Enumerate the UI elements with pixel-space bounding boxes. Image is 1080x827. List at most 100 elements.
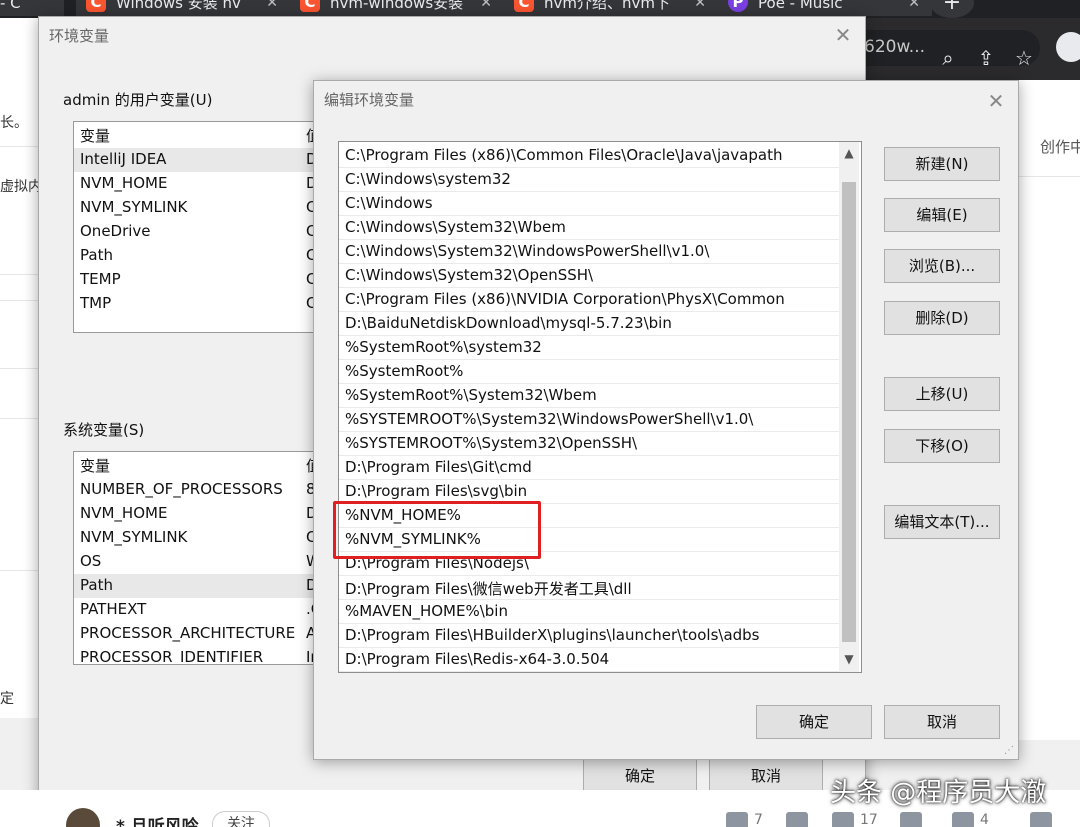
variable-name: PROCESSOR_IDENTIFIER — [80, 648, 264, 665]
path-entry-row[interactable]: C:\Windows — [339, 192, 839, 216]
path-entry-text: D:\BaiduNetdiskDownload\mysql-5.7.23\bin — [345, 314, 672, 332]
toutiao-watermark: 头条 @程序员大澈 — [830, 778, 1047, 808]
variable-name: TEMP — [80, 270, 121, 288]
tab-title: nvm-windows安装 — [330, 0, 464, 12]
path-entry-row[interactable]: C:\Windows\system32 — [339, 168, 839, 192]
close-icon[interactable]: ✕ — [982, 87, 1010, 115]
edit-environment-variable-dialog: 编辑环境变量 ✕ C:\Program Files (x86)\Common F… — [313, 80, 1019, 760]
move-up-button[interactable]: 上移(U) — [884, 377, 1000, 411]
browser-tab[interactable]: C nvm介绍、nvm下 ✕ — [504, 0, 718, 16]
address-bar[interactable]: 620w... ⌕ ⇪ ☆ — [860, 30, 1040, 70]
path-entry-row[interactable]: C:\Windows\System32\Wbem — [339, 216, 839, 240]
delete-button[interactable]: 删除(D) — [884, 301, 1000, 335]
tab-title: Poe - Music — [758, 0, 843, 12]
column-header-variable[interactable]: 变量 — [80, 455, 110, 476]
ok-button[interactable]: 确定 — [756, 705, 872, 739]
browser-tab[interactable]: C nvm-windows安装 ✕ — [290, 0, 504, 16]
thumbs-up-icon[interactable] — [726, 812, 748, 827]
close-icon[interactable]: ✕ — [266, 0, 278, 16]
edit-text-button[interactable]: 编辑文本(T)... — [884, 505, 1000, 539]
star-icon[interactable] — [832, 812, 854, 827]
system-variables-label: 系统变量(S) — [63, 421, 145, 439]
dialog-title: 环境变量 — [49, 27, 110, 45]
share-icon[interactable] — [1030, 812, 1052, 827]
vertical-scrollbar[interactable]: ▲ ▼ — [839, 142, 859, 672]
path-entry-row[interactable]: %SYSTEMROOT%\System32\OpenSSH\ — [339, 432, 839, 456]
share-icon[interactable]: ⇪ — [972, 44, 1000, 72]
zoom-search-icon[interactable]: ⌕ — [934, 44, 962, 72]
path-entry-row[interactable]: %MAVEN_HOME%\bin — [339, 600, 839, 624]
divider — [0, 274, 40, 275]
path-entry-text: %MAVEN_HOME%\bin — [345, 602, 508, 620]
resize-grip-icon[interactable]: ⋰ — [1004, 745, 1016, 757]
comment-icon[interactable] — [952, 812, 974, 827]
path-entries-list[interactable]: C:\Program Files (x86)\Common Files\Orac… — [338, 141, 862, 673]
new-tab-plus-icon[interactable]: + — [930, 0, 974, 18]
close-icon[interactable]: ✕ — [829, 21, 857, 49]
divider — [0, 418, 40, 419]
variable-name: NUMBER_OF_PROCESSORS — [80, 480, 283, 498]
star-bookmark-icon[interactable]: ☆ — [1010, 44, 1038, 72]
variable-name: Path — [80, 246, 113, 264]
browse-button[interactable]: 浏览(B)... — [884, 249, 1000, 283]
path-entry-row[interactable]: C:\Windows\System32\OpenSSH\ — [339, 264, 839, 288]
tab-title: Windows 安装 nv — [116, 0, 241, 12]
address-text: 620w... — [864, 37, 926, 57]
follow-button[interactable]: 关注 — [212, 811, 270, 827]
path-entry-row[interactable]: %SYSTEMROOT%\System32\WindowsPowerShell\… — [339, 408, 839, 432]
edit-button[interactable]: 编辑(E) — [884, 198, 1000, 232]
path-entry-text: C:\Windows\System32\OpenSSH\ — [345, 266, 594, 284]
browser-tab[interactable]: P Poe - Music ✕ — [718, 0, 932, 16]
path-entry-row[interactable]: C:\Program Files (x86)\NVIDIA Corporatio… — [339, 288, 839, 312]
cancel-button[interactable]: 取消 — [884, 705, 1000, 739]
csdn-favicon-icon: C — [86, 0, 106, 12]
path-entry-text: %SystemRoot%\System32\Wbem — [345, 386, 597, 404]
favorite-count: 17 — [860, 812, 878, 827]
page-text-fragment: 定 — [0, 691, 14, 707]
scroll-down-icon[interactable]: ▼ — [839, 648, 859, 670]
path-entry-text: %SYSTEMROOT%\System32\OpenSSH\ — [345, 434, 638, 452]
reward-icon[interactable] — [900, 812, 922, 827]
page-text-fragment: 创作中 — [1040, 138, 1080, 156]
cancel-button[interactable]: 取消 — [709, 759, 823, 793]
browser-tab[interactable]: - C — [0, 0, 64, 16]
author-name[interactable]: * 旦听风吟 — [116, 812, 199, 827]
scrollbar-thumb[interactable] — [842, 182, 856, 642]
profile-avatar[interactable] — [1056, 32, 1080, 62]
path-entry-row[interactable]: C:\Program Files (x86)\Common Files\Orac… — [339, 144, 839, 168]
nvm-entries-highlight-box — [333, 501, 541, 559]
path-entry-row[interactable]: %SystemRoot%\System32\Wbem — [339, 384, 839, 408]
path-entry-row[interactable]: D:\Program Files\微信web开发者工具\dll — [339, 576, 839, 600]
path-entry-row[interactable]: %SystemRoot%\system32 — [339, 336, 839, 360]
path-entry-row[interactable]: D:\BaiduNetdiskDownload\mysql-5.7.23\bin — [339, 312, 839, 336]
path-entry-row[interactable]: C:\Windows\System32\WindowsPowerShell\v1… — [339, 240, 839, 264]
divider — [0, 146, 40, 147]
page-text-fragment: 虚拟内 — [0, 179, 42, 195]
path-entry-row[interactable]: %SystemRoot% — [339, 360, 839, 384]
path-entry-row[interactable]: D:\Program Files\HBuilderX\plugins\launc… — [339, 624, 839, 648]
close-icon[interactable]: ✕ — [908, 0, 920, 16]
browser-toolbar: 620w... ⌕ ⇪ ☆ — [860, 18, 1080, 80]
close-icon[interactable]: ✕ — [480, 0, 492, 16]
author-avatar[interactable] — [66, 808, 100, 827]
variable-name: OneDrive — [80, 222, 151, 240]
path-entry-text: D:\Program Files\Redis-x64-3.0.504 — [345, 650, 610, 668]
new-button[interactable]: 新建(N) — [884, 147, 1000, 181]
variable-name: OS — [80, 552, 102, 570]
variable-name: TMP — [80, 294, 112, 312]
dislike-icon[interactable] — [786, 812, 808, 827]
variable-name: PATHEXT — [80, 600, 147, 618]
path-entry-row[interactable]: D:\Program Files\Redis-x64-3.0.504 — [339, 648, 839, 672]
browser-tab[interactable]: C Windows 安装 nv ✕ — [76, 0, 290, 16]
column-header-variable[interactable]: 变量 — [80, 125, 110, 146]
close-icon[interactable]: ✕ — [694, 0, 706, 16]
variable-name: Path — [80, 576, 113, 594]
path-entry-row[interactable]: D:\Program Files\Git\cmd — [339, 456, 839, 480]
tab-title: nvm介绍、nvm下 — [544, 0, 670, 12]
ok-button[interactable]: 确定 — [583, 759, 697, 793]
variable-name: NVM_SYMLINK — [80, 528, 188, 546]
dialog-title: 编辑环境变量 — [324, 91, 415, 109]
scroll-up-icon[interactable]: ▲ — [839, 142, 859, 164]
csdn-favicon-icon: C — [514, 0, 534, 12]
move-down-button[interactable]: 下移(O) — [884, 429, 1000, 463]
